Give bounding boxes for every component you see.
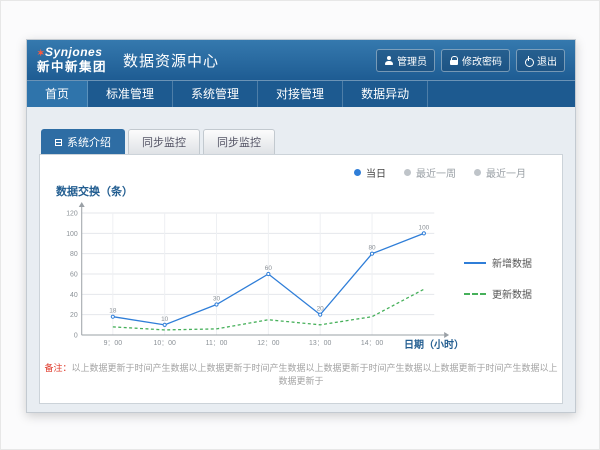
nav-item-interface-mgmt[interactable]: 对接管理 xyxy=(258,81,343,107)
svg-text:80: 80 xyxy=(70,251,78,258)
company-name: 新中新集团 xyxy=(37,60,107,74)
person-icon xyxy=(384,56,393,65)
line-chart: 0 20 40 60 80 100 120 9：00 10：00 11：00 12：00 13：00 1… xyxy=(54,199,460,357)
tab-sync-monitor-2[interactable]: 同步监控 xyxy=(203,129,275,154)
nav-item-system-mgmt[interactable]: 系统管理 xyxy=(173,81,258,107)
nav-item-data-change[interactable]: 数据异动 xyxy=(343,81,428,107)
svg-text:20: 20 xyxy=(70,312,78,319)
lock-icon xyxy=(449,56,458,65)
x-axis-title: 日期（小时） xyxy=(404,336,464,351)
brand-logo: ✶Synjones 新中新集团 xyxy=(37,46,107,74)
svg-text:20: 20 xyxy=(317,306,325,313)
filter-today[interactable]: 当日 xyxy=(354,165,386,180)
svg-text:13：00: 13：00 xyxy=(309,340,331,347)
power-icon xyxy=(524,56,533,65)
filter-last-week[interactable]: 最近一周 xyxy=(404,165,456,180)
tab-sync-monitor-1[interactable]: 同步监控 xyxy=(128,129,200,154)
svg-text:10: 10 xyxy=(161,316,169,323)
nav-item-standard-mgmt[interactable]: 标准管理 xyxy=(88,81,173,107)
header-actions: 管理员 修改密码 退出 xyxy=(376,49,565,72)
y-axis-title: 数据交换（条） xyxy=(56,183,548,199)
footer-note: 备注：以上数据更新于时间产生数据以上数据更新于时间产生数据以上数据更新于时间产生… xyxy=(40,361,562,387)
legend-new-data[interactable]: 新增数据 xyxy=(464,255,548,270)
svg-text:60: 60 xyxy=(70,271,78,278)
svg-text:100: 100 xyxy=(419,224,430,231)
svg-text:120: 120 xyxy=(66,210,78,217)
svg-text:30: 30 xyxy=(213,295,221,302)
nav-item-home[interactable]: 首页 xyxy=(27,81,88,107)
logo-spark-icon: ✶ xyxy=(37,48,45,58)
app-window: ✶Synjones 新中新集团 数据资源中心 管理员 修改密码 退出 xyxy=(26,39,576,413)
tab-bar: 系统介绍 同步监控 同步监控 xyxy=(39,129,563,154)
chart-row: 0 20 40 60 80 100 120 9：00 10：00 11：00 12：00 13：00 1… xyxy=(54,199,548,357)
svg-text:12：00: 12：00 xyxy=(257,340,279,347)
desktop-background: ✶Synjones 新中新集团 数据资源中心 管理员 修改密码 退出 xyxy=(0,0,600,450)
change-password-button[interactable]: 修改密码 xyxy=(441,49,510,72)
app-header: ✶Synjones 新中新集团 数据资源中心 管理员 修改密码 退出 xyxy=(27,40,575,80)
chart-wrap: 0 20 40 60 80 100 120 9：00 10：00 11：00 12：00 13：00 1… xyxy=(54,199,460,357)
solid-line-icon xyxy=(464,262,486,264)
svg-text:18: 18 xyxy=(109,308,117,315)
svg-text:11：00: 11：00 xyxy=(206,340,228,347)
tab-system-intro[interactable]: 系统介绍 xyxy=(41,129,125,154)
svg-text:100: 100 xyxy=(66,231,78,238)
svg-text:14：00: 14：00 xyxy=(361,340,383,347)
legend-update-data[interactable]: 更新数据 xyxy=(464,286,548,301)
legend-dot-icon xyxy=(404,169,411,176)
svg-text:0: 0 xyxy=(74,332,78,339)
main-nav: 首页 标准管理 系统管理 对接管理 数据异动 xyxy=(27,80,575,107)
chart-panel: 当日 最近一周 最近一月 数据交换（条） 0 20 40 60 80 100 120 9：00… xyxy=(39,154,563,404)
app-title: 数据资源中心 xyxy=(123,50,219,71)
filter-last-month[interactable]: 最近一月 xyxy=(474,165,526,180)
note-label: 备注： xyxy=(44,363,71,373)
dashed-line-icon xyxy=(464,293,486,295)
range-filters: 当日 最近一周 最近一月 xyxy=(54,163,548,180)
note-text: 以上数据更新于时间产生数据以上数据更新于时间产生数据以上数据更新于时间产生数据以… xyxy=(72,363,558,386)
svg-text:60: 60 xyxy=(265,265,273,272)
svg-text:10：00: 10：00 xyxy=(154,340,176,347)
series-legend: 新增数据 更新数据 xyxy=(460,255,548,301)
legend-dot-icon xyxy=(354,169,361,176)
svg-text:80: 80 xyxy=(368,245,376,252)
grid-icon xyxy=(55,139,62,146)
svg-text:40: 40 xyxy=(70,292,78,299)
logout-button[interactable]: 退出 xyxy=(516,49,565,72)
legend-dot-icon xyxy=(474,169,481,176)
svg-text:9：00: 9：00 xyxy=(104,340,123,347)
admin-button[interactable]: 管理员 xyxy=(376,49,435,72)
brand-name: ✶Synjones xyxy=(37,46,107,60)
content-area: 系统介绍 同步监控 同步监控 当日 最近一周 xyxy=(27,107,575,412)
